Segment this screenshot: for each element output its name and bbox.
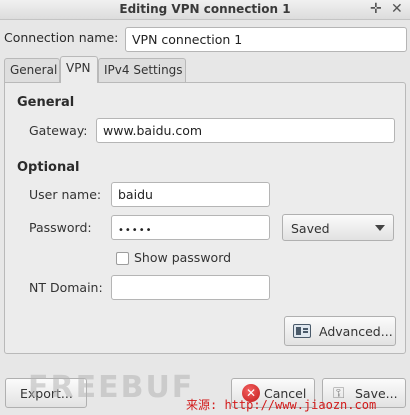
nt-domain-input[interactable] [111,275,270,300]
watermark-source: 来源: http://www.jiaozn.com [186,398,377,412]
password-mode-combo[interactable]: Saved [282,214,394,241]
nt-domain-label: NT Domain: [29,280,103,295]
pin-icon[interactable]: ✛ [370,1,382,17]
connection-name-label: Connection name: [4,30,119,45]
username-label: User name: [29,187,102,202]
general-section-title: General [17,95,75,110]
close-icon[interactable]: ✕ [391,1,403,17]
tab-general[interactable]: General [4,58,60,83]
gateway-input[interactable]: www.baidu.com [96,118,395,143]
window-title: Editing VPN connection 1 [119,2,291,16]
watermark-logo: FREEBUF [28,370,195,405]
advanced-button[interactable]: Advanced... [284,316,396,346]
gateway-label: Gateway: [29,123,88,138]
advanced-button-label: Advanced... [319,324,393,339]
optional-section-title: Optional [17,160,80,175]
chevron-down-icon [375,225,385,231]
title-bar: Editing VPN connection 1 ✛ ✕ [0,0,410,20]
password-input[interactable]: ••••• [111,215,270,240]
connection-name-input[interactable]: VPN connection 1 [125,27,407,52]
show-password-checkbox[interactable] [116,252,129,265]
tab-ipv4-settings[interactable]: IPv4 Settings [98,58,186,83]
vpn-tab-panel: General Gateway: www.baidu.com Optional … [4,82,406,354]
show-password-label[interactable]: Show password [134,250,231,265]
tab-vpn[interactable]: VPN [60,56,98,83]
advanced-settings-icon [293,324,311,338]
password-mode-value: Saved [291,221,330,236]
password-mask: ••••• [118,225,153,236]
username-input[interactable]: baidu [111,182,270,207]
password-label: Password: [29,220,92,235]
